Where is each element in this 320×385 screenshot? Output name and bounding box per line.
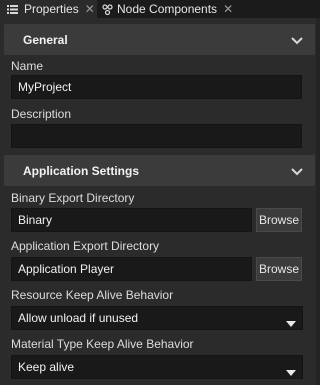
description-label: Description xyxy=(11,107,72,121)
scrollbar[interactable] xyxy=(316,18,320,385)
section-title-application-settings: Application Settings xyxy=(23,163,140,178)
section-header-general[interactable]: General xyxy=(4,24,315,55)
application-export-directory-field[interactable]: Application Player xyxy=(11,257,252,281)
tab-node-components-label: Node Components xyxy=(117,2,218,16)
binary-export-directory-field[interactable]: Binary xyxy=(11,208,252,232)
section-title-general: General xyxy=(23,32,68,47)
node-components-icon xyxy=(101,3,113,15)
properties-panel: General Name MyProject Description Appli… xyxy=(0,18,320,385)
name-field[interactable]: MyProject xyxy=(11,75,302,99)
binary-browse-button[interactable]: Browse xyxy=(256,208,302,232)
chevron-down-icon[interactable] xyxy=(291,165,303,179)
application-browse-button[interactable]: Browse xyxy=(256,257,302,281)
binary-export-directory-label: Binary Export Directory xyxy=(11,191,135,205)
resource-keep-alive-label: Resource Keep Alive Behavior xyxy=(11,288,174,302)
dropdown-arrow-icon xyxy=(286,365,296,379)
tab-properties[interactable]: Properties ✕ xyxy=(0,0,97,18)
description-field[interactable] xyxy=(11,124,302,148)
dropdown-arrow-icon xyxy=(286,316,296,330)
tab-properties-label: Properties xyxy=(24,2,79,16)
material-type-keep-alive-value: Keep alive xyxy=(18,360,75,374)
section-header-application-settings[interactable]: Application Settings xyxy=(4,155,315,186)
application-export-directory-label: Application Export Directory xyxy=(11,239,160,253)
close-icon[interactable]: ✕ xyxy=(223,2,233,16)
tab-node-components[interactable]: Node Components ✕ xyxy=(99,0,244,18)
resource-keep-alive-dropdown[interactable]: Allow unload if unused xyxy=(11,306,303,330)
list-icon xyxy=(4,4,20,14)
chevron-down-icon[interactable] xyxy=(291,34,303,48)
material-type-keep-alive-label: Material Type Keep Alive Behavior xyxy=(11,337,194,351)
close-icon[interactable]: ✕ xyxy=(85,2,95,16)
material-type-keep-alive-dropdown[interactable]: Keep alive xyxy=(11,355,303,379)
resource-keep-alive-value: Allow unload if unused xyxy=(18,311,139,325)
name-label: Name xyxy=(11,59,44,73)
tab-bar: Properties ✕ Node Components ✕ xyxy=(0,0,320,19)
